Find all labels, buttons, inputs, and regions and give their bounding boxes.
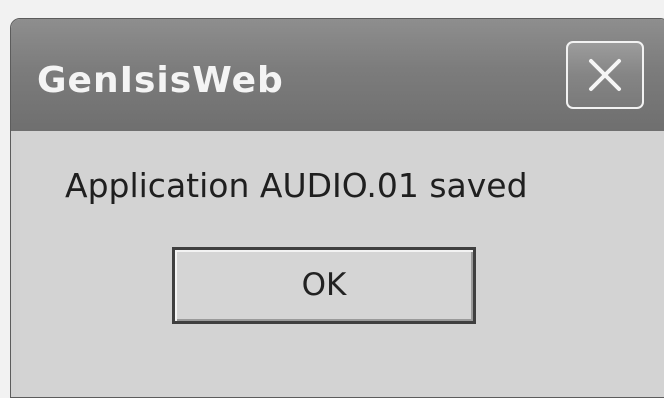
title-bar[interactable]: GenIsisWeb xyxy=(11,19,664,131)
close-button[interactable] xyxy=(566,41,644,109)
dialog-message: Application AUDIO.01 saved xyxy=(65,166,528,205)
ok-button[interactable]: OK xyxy=(172,247,476,324)
close-icon xyxy=(589,59,621,91)
dialog-title: GenIsisWeb xyxy=(37,60,284,101)
